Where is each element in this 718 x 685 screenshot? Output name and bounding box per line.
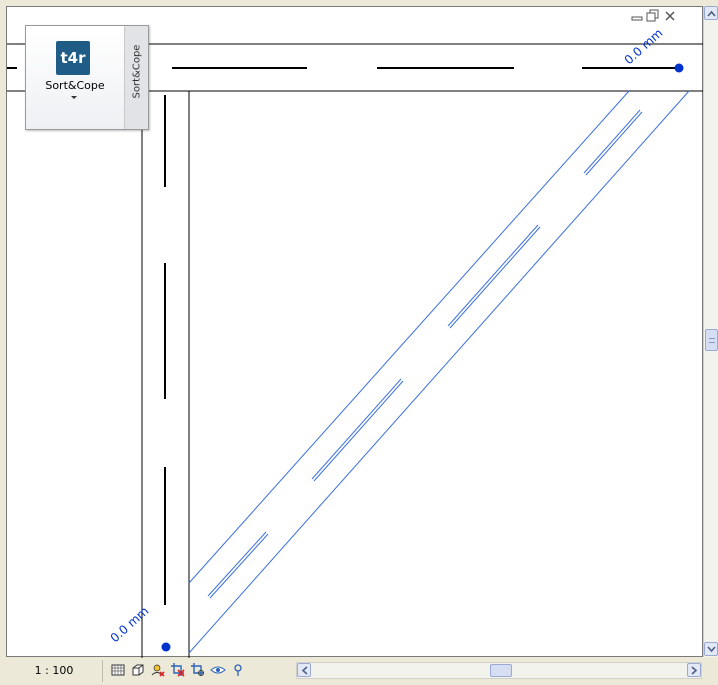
close-icon[interactable] <box>663 8 677 27</box>
sortcope-button[interactable]: t4r Sort&Cope <box>26 26 124 129</box>
view-control-bar: 1 : 100 <box>6 660 718 685</box>
chevron-right-icon <box>691 666 698 675</box>
chevron-down-icon <box>707 646 716 653</box>
selected-duct-edge-1[interactable] <box>188 90 630 584</box>
hide-isolate-icon[interactable] <box>210 662 228 680</box>
horizontal-scroll-thumb[interactable] <box>490 664 512 677</box>
visual-style-icon[interactable] <box>130 662 148 680</box>
vertical-scrollbar[interactable] <box>703 6 718 657</box>
panel-title-bar[interactable]: Sort&Cope <box>124 26 148 129</box>
scroll-down-button[interactable] <box>704 642 718 656</box>
detail-level-icon[interactable] <box>110 662 128 680</box>
scroll-right-button[interactable] <box>687 663 701 677</box>
minimize-icon[interactable] <box>630 8 644 27</box>
view-scale[interactable]: 1 : 100 <box>6 660 103 682</box>
sortcope-button-label: Sort&Cope <box>45 79 105 92</box>
panel-title: Sort&Cope <box>131 44 143 99</box>
chevron-up-icon <box>707 10 716 17</box>
t4r-logo-icon: t4r <box>56 41 90 75</box>
bottom-grip[interactable] <box>161 642 171 652</box>
scroll-up-button[interactable] <box>704 6 718 20</box>
sortcope-panel: t4r Sort&Cope Sort&Cope <box>25 25 149 130</box>
crop-view-icon[interactable] <box>170 662 188 680</box>
chevron-left-icon <box>301 666 308 675</box>
selected-duct-edge-2[interactable] <box>188 90 690 654</box>
crop-region-icon[interactable] <box>190 662 208 680</box>
horizontal-scrollbar[interactable] <box>296 662 702 679</box>
vertical-scroll-thumb[interactable] <box>705 329 718 351</box>
dropdown-arrow-icon[interactable] <box>71 96 77 99</box>
dimension-top[interactable]: 0.0 mm <box>622 26 666 67</box>
view-window: 0.0 mm 0.0 mm t4r Sort&Cope Sort&Cope 1 … <box>0 0 718 685</box>
selected-duct-centerline <box>207 109 643 599</box>
dimension-bottom[interactable]: 0.0 mm <box>108 604 152 645</box>
top-grip[interactable] <box>674 63 684 73</box>
scroll-left-button[interactable] <box>297 663 311 677</box>
reveal-hidden-icon[interactable] <box>230 662 248 680</box>
restore-icon[interactable] <box>646 8 660 27</box>
sun-path-icon[interactable] <box>150 662 168 680</box>
